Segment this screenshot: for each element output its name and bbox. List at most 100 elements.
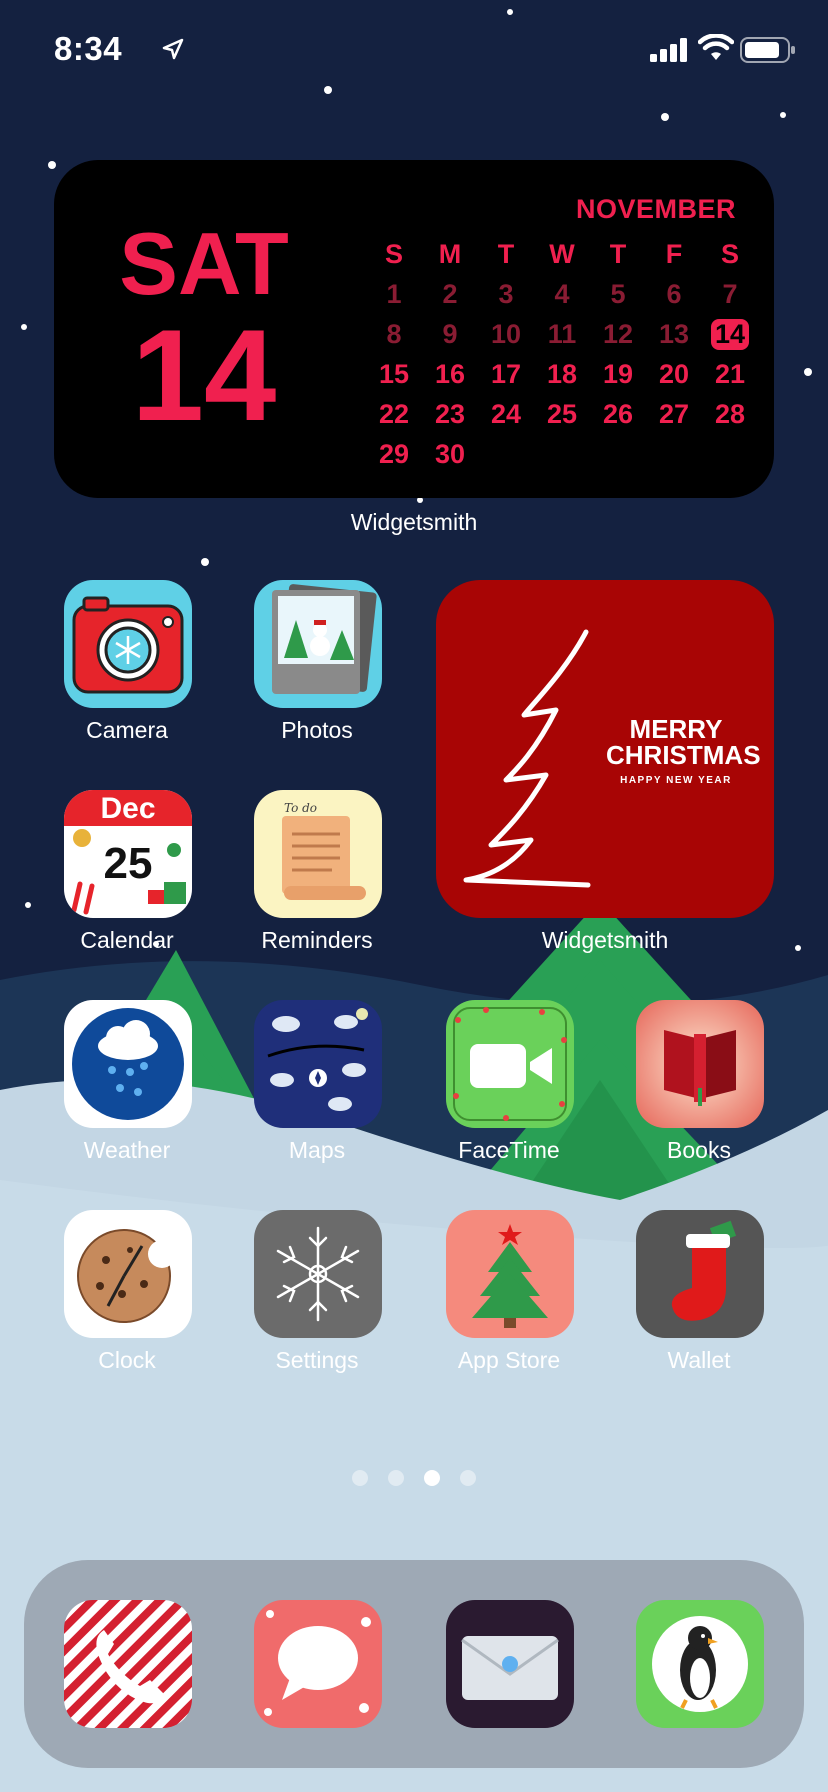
calendar-day: 28	[714, 398, 746, 429]
calendar-day: 25	[546, 398, 578, 429]
calendar-icon: Dec 25	[64, 790, 192, 918]
facetime-label: FaceTime	[458, 1137, 560, 1163]
weather-label: Weather	[83, 1137, 171, 1163]
calendar-day: 10	[490, 318, 522, 349]
calendar-day: 15	[378, 358, 410, 389]
phone-app[interactable]	[64, 1600, 192, 1728]
page-dot[interactable]	[352, 1470, 368, 1486]
books-label: Books	[667, 1137, 731, 1163]
calendar-day: 2	[442, 278, 458, 309]
weekday-header: F	[665, 238, 683, 269]
widget-date: 14	[131, 302, 277, 448]
page-dot[interactable]	[388, 1470, 404, 1486]
calendar-day: 24	[490, 398, 522, 429]
calendar-day: 9	[442, 318, 458, 349]
wallet-app[interactable]	[636, 1210, 764, 1338]
christmas-greeting: MERRY CHRISTMAS HAPPY NEW YEAR	[606, 716, 761, 786]
app-store-app[interactable]	[446, 1210, 574, 1338]
calendar-icon-month: Dec	[100, 792, 155, 825]
calendar-day: 23	[434, 398, 466, 429]
reminders-icon: To do	[254, 790, 382, 918]
calendar-week: 8 9 10 11 12 13 14	[366, 314, 758, 354]
clock-app[interactable]	[64, 1210, 192, 1338]
calendar-day: 6	[666, 278, 682, 309]
photos-icon	[254, 580, 382, 708]
calendar-week: 29 30	[366, 434, 758, 474]
greeting-christmas: CHRISTMAS	[606, 740, 761, 770]
phone-icon	[64, 1600, 192, 1728]
stocking-icon	[636, 1210, 764, 1338]
penguin-app[interactable]	[636, 1600, 764, 1728]
calendar-day: 13	[658, 318, 690, 349]
reminders-note-text: To do	[284, 801, 317, 815]
camera-app[interactable]	[64, 580, 192, 708]
calendar-icon-day: 25	[104, 839, 153, 888]
mail-app[interactable]	[446, 1600, 574, 1728]
maps-app[interactable]	[254, 1000, 382, 1128]
wallet-label: Wallet	[667, 1347, 731, 1373]
weekday-header: T	[497, 238, 515, 269]
calendar-week: 22 23 24 25 26 27 28	[366, 394, 758, 434]
camera-icon	[64, 580, 192, 708]
calendar-day: 27	[658, 398, 690, 429]
page-dot-active[interactable]	[424, 1470, 440, 1486]
calendar-day: 11	[547, 318, 577, 349]
books-app[interactable]	[636, 1000, 764, 1128]
reminders-label: Reminders	[261, 927, 373, 953]
page-indicator[interactable]	[352, 1470, 476, 1486]
calendar-day: 17	[490, 358, 522, 389]
calendar-label: Calendar	[80, 927, 174, 953]
wifi-icon	[698, 34, 734, 60]
cellular-signal-icon	[650, 38, 687, 62]
christmas-tree-icon	[446, 1210, 574, 1338]
calendar-day: 8	[386, 318, 402, 349]
settings-app[interactable]	[254, 1210, 382, 1338]
settings-label: Settings	[275, 1347, 359, 1373]
facetime-icon	[446, 1000, 574, 1128]
widget-month: NOVEMBER	[575, 194, 736, 224]
weekday-header: W	[549, 238, 575, 269]
photos-app[interactable]	[254, 580, 382, 708]
calendar-day: 5	[610, 278, 626, 309]
weekday-header: S	[720, 238, 739, 269]
photos-label: Photos	[281, 717, 353, 743]
facetime-app[interactable]	[446, 1000, 574, 1128]
weather-app[interactable]	[64, 1000, 192, 1128]
calendar-day-today: 14	[702, 318, 758, 350]
mail-icon	[446, 1600, 574, 1728]
calendar-day: 21	[714, 358, 746, 389]
battery-icon	[740, 37, 795, 63]
maps-label: Maps	[288, 1137, 346, 1163]
status-time: 8:34	[54, 30, 123, 67]
calendar-app[interactable]: Dec 25	[64, 790, 192, 918]
widget-day-of-week: SAT	[119, 214, 289, 313]
clock-icon	[64, 1210, 192, 1338]
calendar-day: 18	[546, 358, 578, 389]
calendar-day: 3	[498, 278, 514, 309]
page-dot[interactable]	[460, 1470, 476, 1486]
calendar-day: 29	[378, 438, 410, 469]
calendar-day: 19	[602, 358, 634, 389]
calendar-day: 16	[434, 358, 466, 389]
calendar-week: 1 2 3 4 5 6 7	[366, 274, 758, 314]
weather-icon	[64, 1000, 192, 1128]
status-bar: 8:34	[0, 0, 828, 100]
location-arrow-icon	[162, 38, 184, 60]
app-store-label: App Store	[457, 1347, 561, 1373]
weekday-header-row: S M T W T F S	[366, 234, 758, 274]
calendar-widget[interactable]: SAT 14 NOVEMBER S M T W T F S 1 2 3 4 5 …	[54, 160, 774, 498]
settings-icon	[254, 1210, 382, 1338]
messages-app[interactable]	[254, 1600, 382, 1728]
calendar-day: 12	[602, 318, 634, 349]
greeting-happy-new-year: HAPPY NEW YEAR	[620, 775, 732, 786]
calendar-day: 4	[554, 278, 570, 309]
dock	[24, 1560, 804, 1768]
reminders-app[interactable]: To do	[254, 790, 382, 918]
calendar-day: 22	[378, 398, 410, 429]
home-screen: 8:34 SAT 14 NOVEMBER S M T W T F S 1 2 3…	[0, 0, 828, 1792]
christmas-widget[interactable]: MERRY CHRISTMAS HAPPY NEW YEAR	[436, 580, 774, 918]
calendar-day: 1	[386, 278, 402, 309]
calendar-day: 30	[434, 438, 466, 469]
maps-icon	[254, 1000, 382, 1128]
calendar-grid: S M T W T F S 1 2 3 4 5 6 7 8 9 10 11 12…	[366, 234, 758, 474]
